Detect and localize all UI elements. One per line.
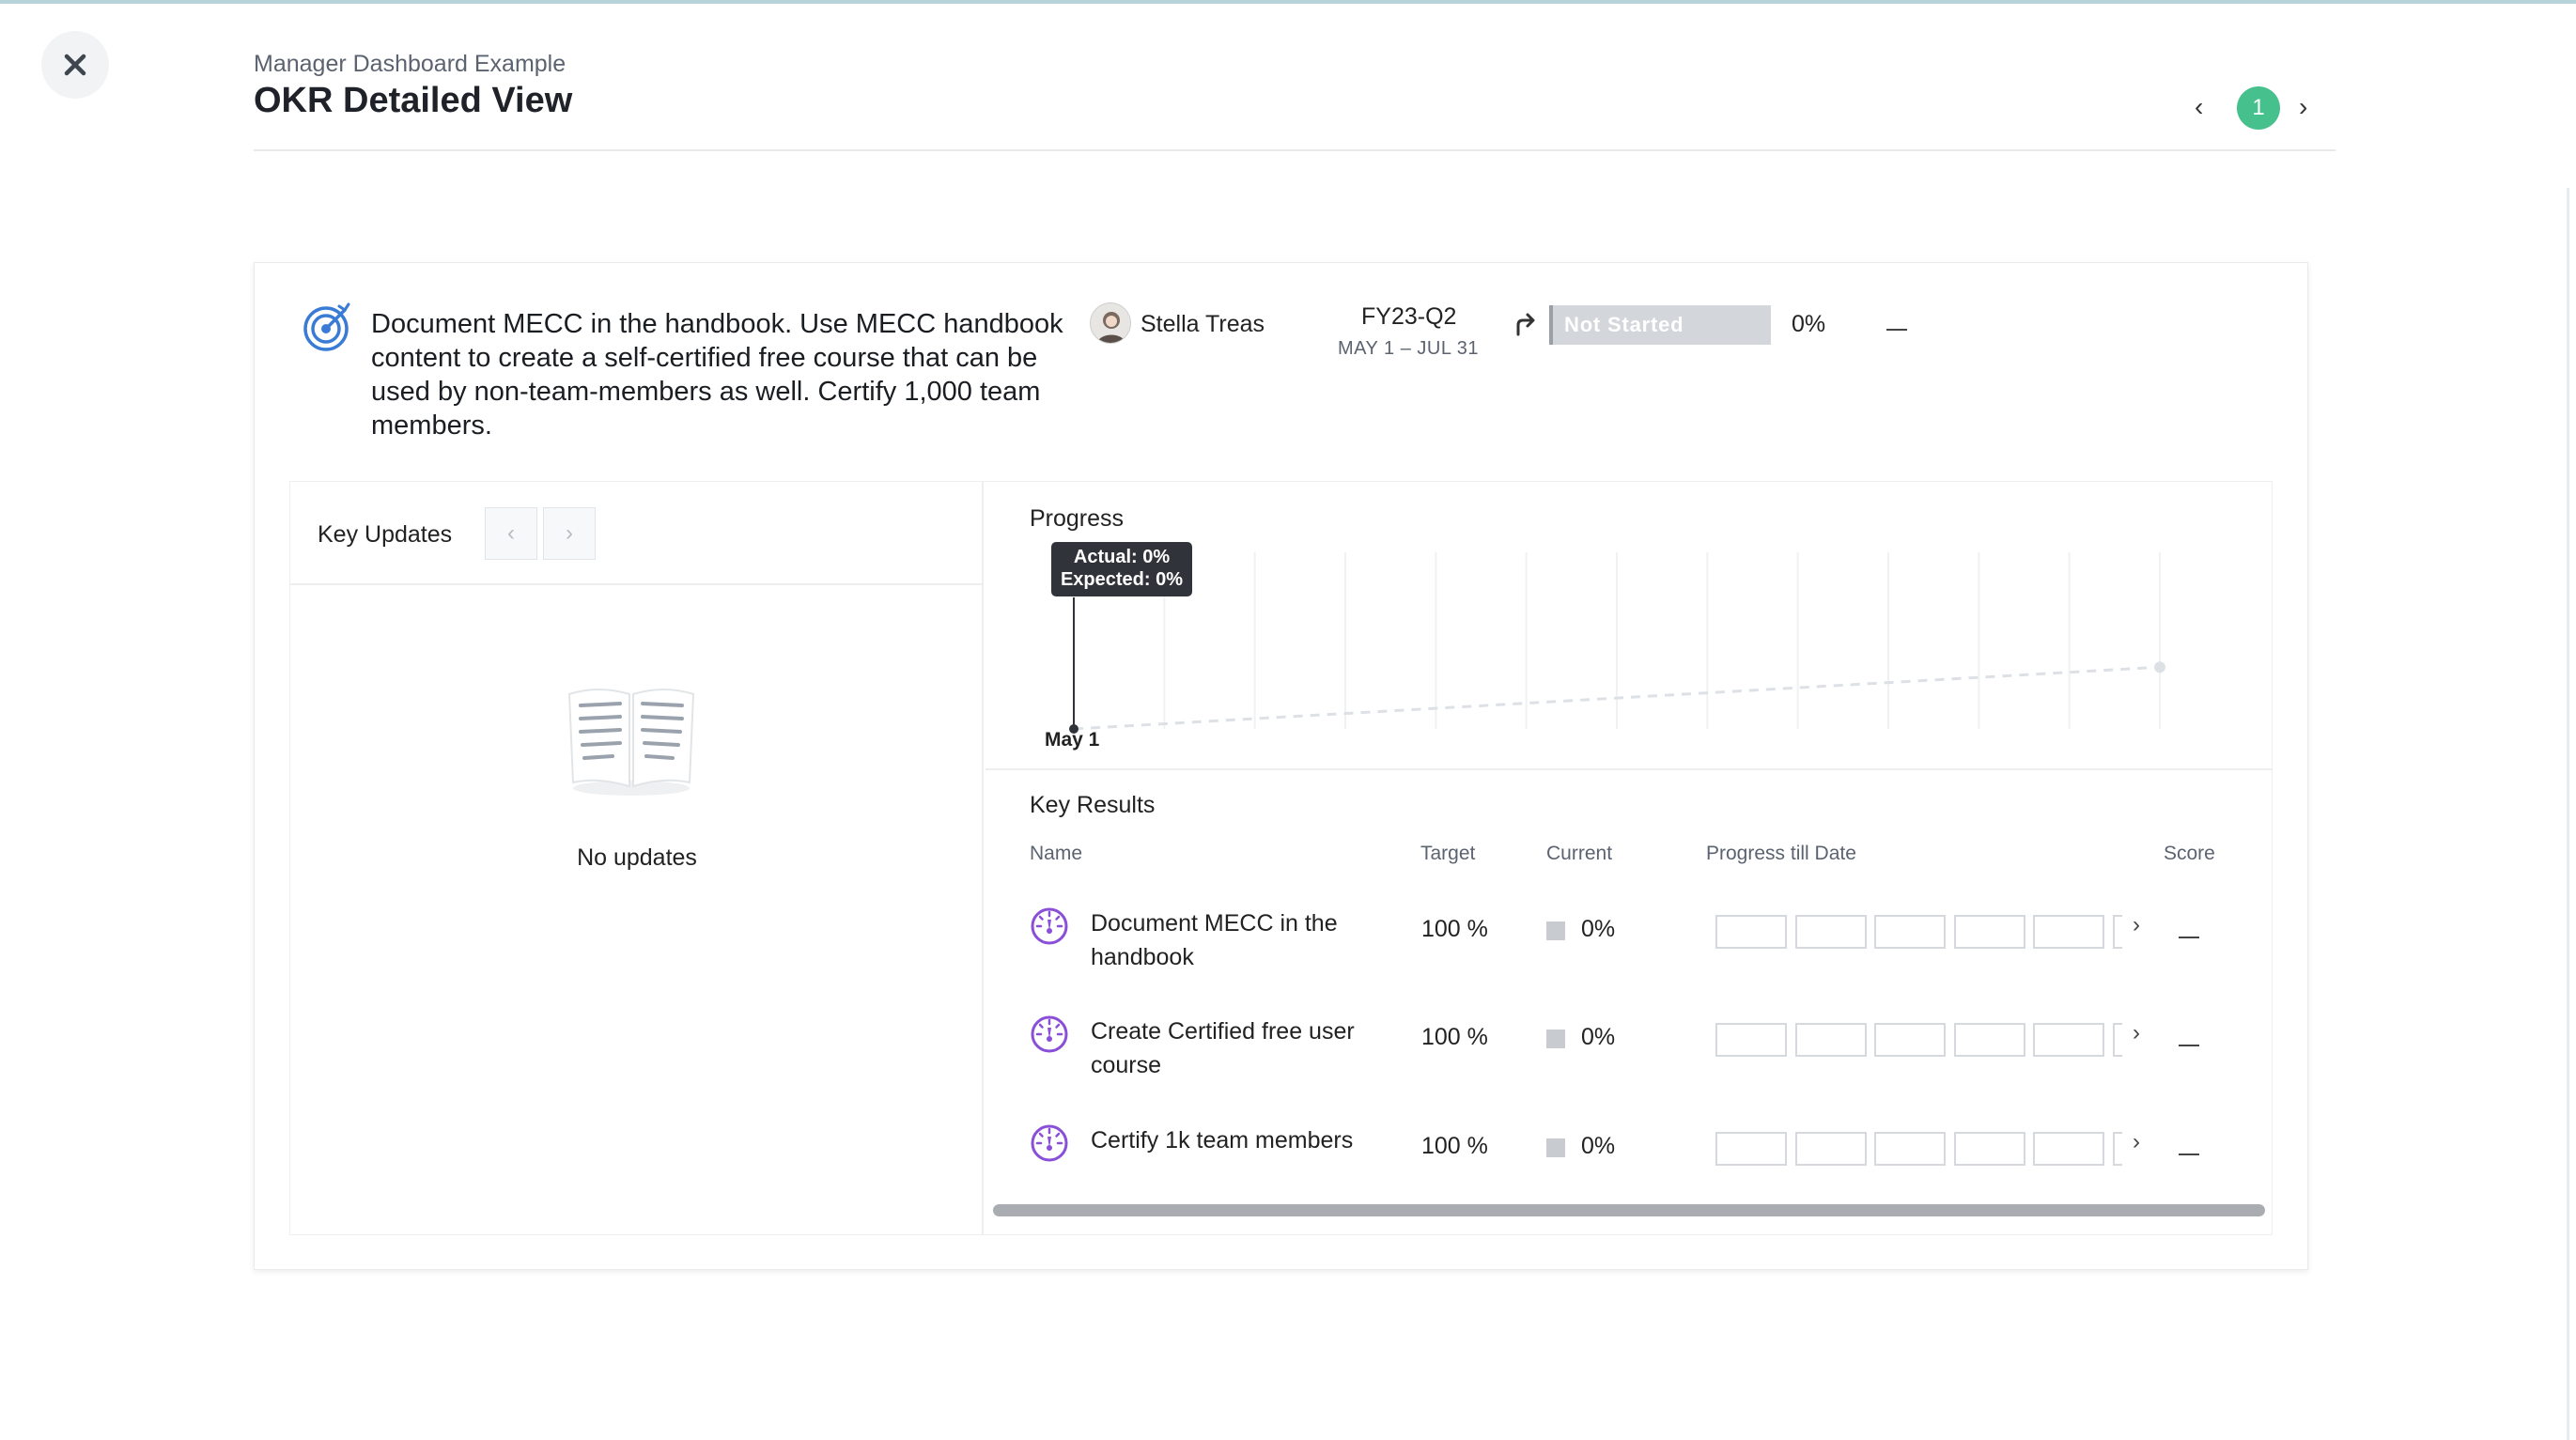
breadcrumb: Manager Dashboard Example bbox=[254, 51, 566, 77]
chart-tooltip: Actual: 0% Expected: 0% bbox=[1051, 542, 1192, 596]
empty-state-text: No updates bbox=[577, 844, 697, 871]
chart-divider bbox=[985, 768, 2273, 770]
progress-cell bbox=[2113, 915, 2122, 949]
table-row[interactable]: Document MECC in the handbook 100 % 0% › bbox=[985, 897, 2273, 991]
progress-and-results-panel: Progress Actual: 0% Expected: 0% May 1 K… bbox=[985, 482, 2273, 1234]
progress-cell bbox=[1795, 1132, 1867, 1166]
progress-cell bbox=[1954, 1023, 2025, 1057]
key-updates-divider bbox=[290, 583, 984, 585]
key-result-target: 100 % bbox=[1421, 916, 1488, 942]
key-result-current[interactable]: 0% bbox=[1581, 916, 1615, 943]
header-divider bbox=[254, 149, 2335, 151]
key-result-name[interactable]: Create Certified free user course bbox=[1091, 1014, 1373, 1082]
chevron-right-icon[interactable]: › bbox=[2133, 1020, 2140, 1046]
owner-name: Stella Treas bbox=[1141, 311, 1265, 337]
objective-score bbox=[1886, 329, 1907, 331]
key-result-name[interactable]: Certify 1k team members bbox=[1091, 1123, 1373, 1157]
data-point-expected-end bbox=[2154, 661, 2165, 674]
current-indicator bbox=[1546, 921, 1565, 940]
progress-title: Progress bbox=[1030, 505, 1125, 532]
progress-cell bbox=[1795, 1023, 1867, 1057]
top-accent-line bbox=[0, 0, 2576, 4]
key-updates-panel: Key Updates ‹ › No updates bbox=[290, 482, 984, 1234]
objective-title[interactable]: Document MECC in the handbook. Use MECC … bbox=[371, 307, 1094, 442]
horizontal-scrollbar[interactable] bbox=[985, 1202, 2273, 1219]
tooltip-actual: Actual: 0% bbox=[1073, 547, 1171, 567]
key-result-score bbox=[2179, 1154, 2199, 1155]
key-result-target: 100 % bbox=[1421, 1133, 1488, 1159]
progress-cell bbox=[1715, 1132, 1787, 1166]
chevron-right-icon[interactable]: › bbox=[2133, 912, 2140, 938]
page-title: OKR Detailed View bbox=[254, 81, 573, 120]
key-result-current[interactable]: 0% bbox=[1581, 1024, 1615, 1051]
share-arrow-icon[interactable] bbox=[1512, 310, 1540, 338]
key-results-title: Key Results bbox=[1030, 792, 1156, 818]
key-result-score bbox=[2179, 1045, 2199, 1046]
current-indicator bbox=[1546, 1138, 1565, 1157]
progress-cell bbox=[1795, 915, 1867, 949]
close-icon bbox=[64, 54, 86, 76]
scrollbar-edge bbox=[2567, 188, 2569, 1440]
progress-cell bbox=[1954, 1132, 2025, 1166]
empty-document-icon bbox=[567, 689, 695, 796]
progress-cell bbox=[1715, 915, 1787, 949]
key-updates-prev-button[interactable]: ‹ bbox=[485, 507, 537, 560]
progress-cell bbox=[1874, 915, 1946, 949]
tooltip-expected: Expected: 0% bbox=[1060, 569, 1184, 590]
progress-cell bbox=[2113, 1023, 2122, 1057]
column-header-name: Name bbox=[1030, 843, 1083, 864]
key-result-target: 100 % bbox=[1421, 1024, 1488, 1050]
chevron-right-icon[interactable]: › bbox=[2133, 1129, 2140, 1155]
gauge-icon bbox=[1031, 907, 1068, 945]
column-header-progress: Progress till Date bbox=[1706, 843, 1856, 864]
progress-cell bbox=[2033, 915, 2104, 949]
progress-cell bbox=[1954, 915, 2025, 949]
key-updates-next-button[interactable]: › bbox=[543, 507, 596, 560]
table-row[interactable]: Certify 1k team members 100 % 0% › bbox=[985, 1114, 2273, 1208]
scrollbar-thumb[interactable] bbox=[993, 1204, 2265, 1216]
progress-cell bbox=[1715, 1023, 1787, 1057]
pager-current-page[interactable]: 1 bbox=[2237, 86, 2280, 130]
column-header-current: Current bbox=[1546, 843, 1613, 864]
column-header-target: Target bbox=[1420, 843, 1476, 864]
x-tick-label: May 1 bbox=[1045, 729, 1100, 751]
column-header-score: Score bbox=[2164, 843, 2215, 864]
avatar bbox=[1090, 302, 1131, 344]
progress-cell bbox=[2033, 1023, 2104, 1057]
gauge-icon bbox=[1031, 1015, 1068, 1053]
close-button[interactable] bbox=[41, 31, 109, 99]
key-updates-title: Key Updates bbox=[318, 521, 453, 548]
gauge-icon bbox=[1031, 1124, 1068, 1162]
current-indicator bbox=[1546, 1030, 1565, 1048]
key-result-current[interactable]: 0% bbox=[1581, 1133, 1615, 1160]
status-badge[interactable]: Not Started bbox=[1549, 305, 1771, 345]
table-row[interactable]: Create Certified free user course 100 % … bbox=[985, 1005, 2273, 1099]
details-panel: Key Updates ‹ › No updates Progress Actu… bbox=[289, 481, 2273, 1235]
progress-cell bbox=[1874, 1132, 1946, 1166]
objective-progress-percent: 0% bbox=[1792, 311, 1826, 337]
period-label: FY23-Q2 bbox=[1361, 303, 1457, 330]
key-result-score bbox=[2179, 937, 2199, 938]
progress-cell bbox=[1874, 1023, 1946, 1057]
progress-cell bbox=[2113, 1132, 2122, 1166]
objective-card: Document MECC in the handbook. Use MECC … bbox=[254, 262, 2308, 1270]
progress-cell bbox=[2033, 1132, 2104, 1166]
pager-prev-button[interactable]: ‹ bbox=[2195, 92, 2203, 122]
target-icon bbox=[303, 302, 350, 351]
pager-next-button[interactable]: › bbox=[2299, 92, 2307, 122]
period-range: MAY 1 – JUL 31 bbox=[1338, 338, 1480, 359]
key-result-name[interactable]: Document MECC in the handbook bbox=[1091, 906, 1373, 974]
